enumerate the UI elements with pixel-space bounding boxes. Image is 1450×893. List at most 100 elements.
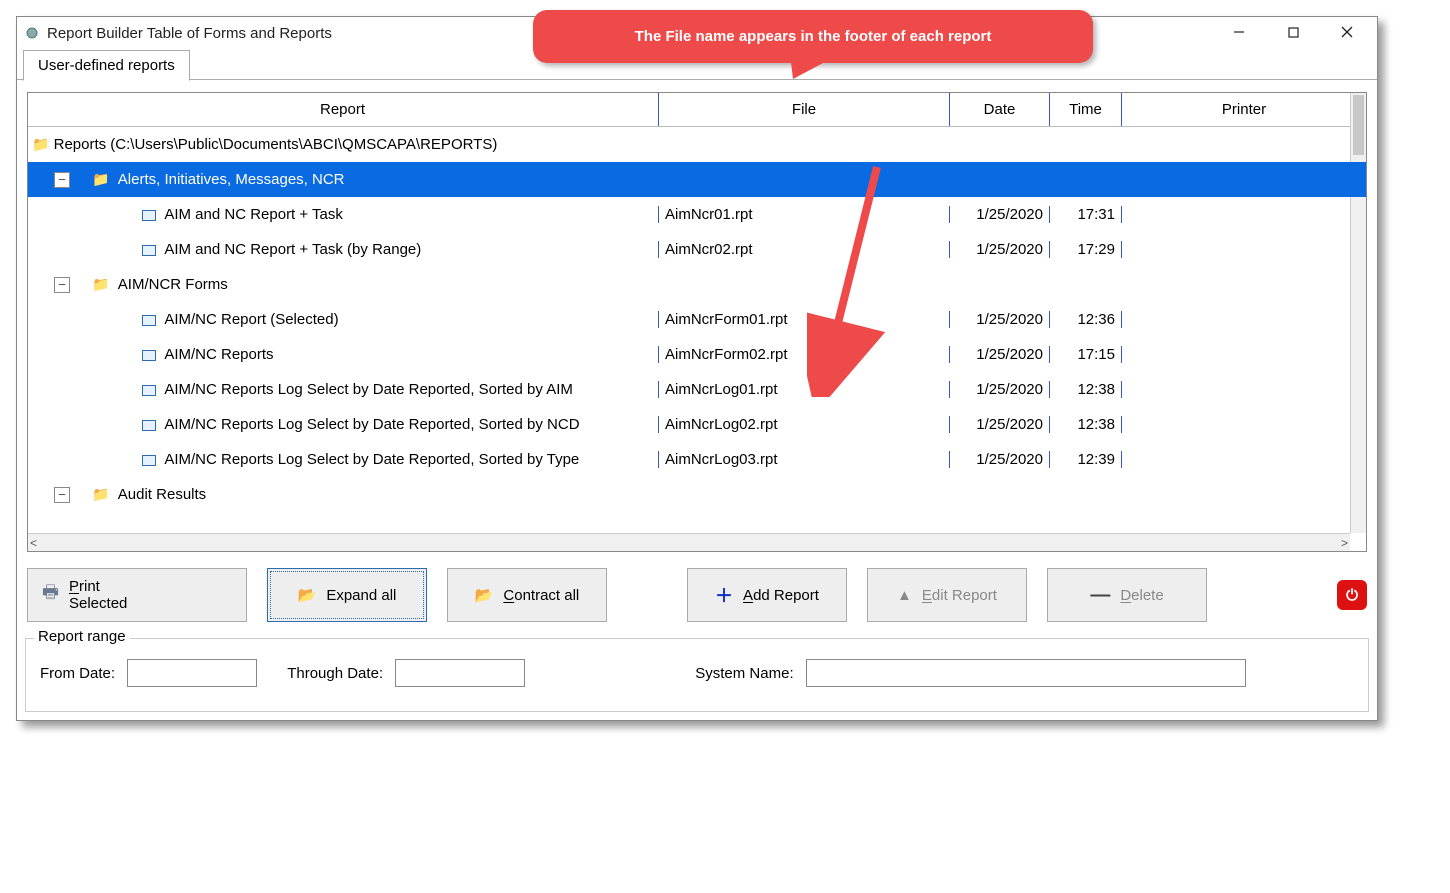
tree-folder[interactable]: − 📁 AIM/NCR Forms — [28, 267, 1366, 302]
tab-user-defined-reports[interactable]: User-defined reports — [23, 50, 190, 81]
annotation-callout: The File name appears in the footer of e… — [533, 10, 1093, 63]
item-report: AIM/NC Reports Log Select by Date Report… — [164, 416, 579, 433]
app-icon — [25, 26, 39, 40]
item-date: 1/25/2020 — [976, 346, 1043, 363]
scroll-left-icon[interactable]: < — [30, 536, 37, 550]
item-date: 1/25/2020 — [976, 311, 1043, 328]
app-window: The File name appears in the footer of e… — [16, 16, 1378, 721]
grid-body: 📁 Reports (C:\Users\Public\Documents\ABC… — [28, 127, 1366, 512]
item-file: AimNcr01.rpt — [665, 206, 753, 223]
folder-open-icon: 📂 — [298, 586, 317, 604]
collapse-icon[interactable]: − — [54, 277, 70, 293]
button-label: P — [69, 578, 79, 595]
report-grid: Report File Date Time Printer 📁 Reports … — [27, 92, 1367, 552]
item-date: 1/25/2020 — [976, 206, 1043, 223]
report-icon — [142, 315, 156, 326]
tree-item[interactable]: AIM/NC Reports Log Select by Date Report… — [28, 407, 1366, 442]
annotation-text: The File name appears in the footer of e… — [635, 28, 992, 45]
close-button[interactable] — [1335, 25, 1359, 42]
item-report: AIM/NC Reports Log Select by Date Report… — [164, 381, 573, 398]
column-report[interactable]: Report — [28, 93, 658, 126]
delete-button[interactable]: — Delete — [1047, 568, 1207, 622]
item-time: 12:36 — [1077, 311, 1115, 328]
item-time: 17:29 — [1077, 241, 1115, 258]
item-file: AimNcrForm01.rpt — [665, 311, 788, 328]
item-report: AIM and NC Report + Task — [164, 206, 343, 223]
button-label: Expand all — [326, 587, 396, 604]
tree-item[interactable]: AIM and NC Report + Task AimNcr01.rpt 1/… — [28, 197, 1366, 232]
report-icon — [142, 245, 156, 256]
report-icon — [142, 350, 156, 361]
column-file[interactable]: File — [658, 93, 950, 126]
report-icon — [142, 420, 156, 431]
power-icon: ⏻ — [1346, 587, 1358, 604]
item-date: 1/25/2020 — [976, 381, 1043, 398]
tree-folder[interactable]: − 📁 Audit Results — [28, 477, 1366, 512]
folder-collapse-icon: 📂 — [475, 586, 494, 604]
tree-item[interactable]: AIM/NC Reports AimNcrForm02.rpt 1/25/202… — [28, 337, 1366, 372]
through-date-label: Through Date: — [287, 665, 383, 682]
column-printer[interactable]: Printer — [1122, 93, 1366, 126]
expand-all-button[interactable]: 📂 Expand all — [267, 568, 427, 622]
horizontal-scrollbar[interactable]: < > — [28, 533, 1350, 551]
item-time: 12:39 — [1077, 451, 1115, 468]
item-date: 1/25/2020 — [976, 241, 1043, 258]
maximize-icon — [1288, 27, 1299, 38]
item-file: AimNcrLog03.rpt — [665, 451, 778, 468]
collapse-icon[interactable]: − — [54, 172, 70, 188]
tree-root[interactable]: 📁 Reports (C:\Users\Public\Documents\ABC… — [28, 127, 1366, 162]
from-date-input[interactable] — [127, 659, 257, 687]
folder-icon: 📁 — [92, 171, 109, 188]
item-time: 17:15 — [1077, 346, 1115, 363]
column-time[interactable]: Time — [1050, 93, 1122, 126]
group-legend: Report range — [34, 628, 130, 645]
item-file: AimNcrForm02.rpt — [665, 346, 788, 363]
scroll-right-icon[interactable]: > — [1341, 536, 1348, 550]
item-report: AIM/NC Report (Selected) — [164, 311, 338, 328]
tree-folder[interactable]: − 📁 Alerts, Initiatives, Messages, NCR — [28, 162, 1366, 197]
from-date-label: From Date: — [40, 665, 115, 682]
item-file: AimNcrLog01.rpt — [665, 381, 778, 398]
folder-icon: 📁 — [92, 486, 109, 503]
item-date: 1/25/2020 — [976, 416, 1043, 433]
tree-item[interactable]: AIM/NC Report (Selected) AimNcrForm01.rp… — [28, 302, 1366, 337]
folder-label: Audit Results — [118, 486, 206, 503]
item-report: AIM/NC Reports Log Select by Date Report… — [164, 451, 579, 468]
tree-item[interactable]: AIM/NC Reports Log Select by Date Report… — [28, 442, 1366, 477]
item-report: AIM and NC Report + Task (by Range) — [164, 241, 421, 258]
folder-label: Alerts, Initiatives, Messages, NCR — [118, 171, 345, 188]
edit-report-button[interactable]: ▲ Edit Report — [867, 568, 1027, 622]
tree-item[interactable]: AIM and NC Report + Task (by Range) AimN… — [28, 232, 1366, 267]
through-date-input[interactable] — [395, 659, 525, 687]
folder-icon: 📁 — [92, 276, 109, 293]
add-report-button[interactable]: ＋ Add Report — [687, 568, 847, 622]
report-icon — [142, 385, 156, 396]
close-icon — [1341, 26, 1353, 38]
folder-label: AIM/NCR Forms — [118, 276, 228, 293]
tree-item[interactable]: AIM/NC Reports Log Select by Date Report… — [28, 372, 1366, 407]
system-name-label: System Name: — [695, 665, 793, 682]
item-file: AimNcr02.rpt — [665, 241, 753, 258]
report-range-group: Report range From Date: Through Date: Sy… — [25, 638, 1369, 712]
maximize-button[interactable] — [1281, 25, 1305, 42]
report-icon — [142, 210, 156, 221]
toolbar: 🖶 PrintSelected 📂 Expand all 📂 Contract … — [17, 552, 1377, 632]
minimize-icon — [1233, 26, 1245, 38]
root-label: Reports (C:\Users\Public\Documents\ABCI\… — [54, 136, 498, 153]
print-selected-button[interactable]: 🖶 PrintSelected — [27, 568, 247, 622]
window-controls — [1227, 25, 1359, 42]
grid-header: Report File Date Time Printer — [28, 93, 1366, 127]
item-time: 12:38 — [1077, 381, 1115, 398]
power-button[interactable]: ⏻ — [1337, 580, 1367, 610]
column-date[interactable]: Date — [950, 93, 1050, 126]
system-name-input[interactable] — [806, 659, 1246, 687]
triangle-icon: ▲ — [897, 587, 912, 604]
item-report: AIM/NC Reports — [164, 346, 273, 363]
report-icon — [142, 455, 156, 466]
printer-icon: 🖶 — [42, 580, 59, 610]
tab-label: User-defined reports — [38, 57, 175, 74]
minimize-button[interactable] — [1227, 25, 1251, 42]
contract-all-button[interactable]: 📂 Contract all — [447, 568, 607, 622]
collapse-icon[interactable]: − — [54, 487, 70, 503]
item-time: 12:38 — [1077, 416, 1115, 433]
